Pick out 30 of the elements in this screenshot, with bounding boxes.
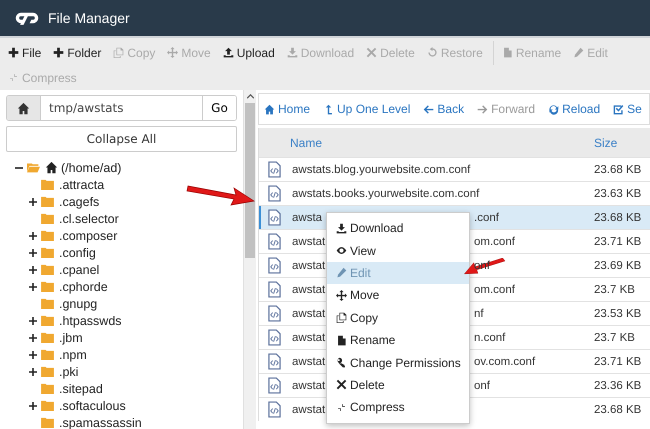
- file-size: 23.7 KB: [594, 332, 636, 344]
- file-size: 23.63 KB: [594, 188, 642, 200]
- file-size: 23.68 KB: [594, 164, 642, 176]
- file-name: awstat: [292, 284, 326, 296]
- file-name: awstats.books.yourwebsite.com.conf: [292, 188, 480, 200]
- file-name: nf: [474, 308, 484, 320]
- file-size: 23.7 KB: [594, 284, 636, 296]
- file-name: om.conf: [474, 284, 515, 296]
- file-name: awstats.blog.yourwebsite.com.conf: [292, 164, 470, 176]
- file-name: awstat: [292, 332, 326, 344]
- file-size: 23.71 KB: [594, 236, 642, 248]
- file-name: n.conf: [474, 332, 506, 344]
- file-name: om.conf: [474, 236, 515, 248]
- file-size: 23.36 KB: [594, 380, 642, 392]
- file-name: awstat: [292, 404, 326, 416]
- file-size: 23.71 KB: [594, 356, 642, 368]
- file-name: ov.com.conf: [474, 356, 536, 368]
- file-size: 23.68 KB: [594, 404, 642, 416]
- app-title: File Manager: [48, 10, 130, 26]
- file-name: awstat: [292, 308, 326, 320]
- file-size: 23.53 KB: [594, 308, 642, 320]
- file-name: .conf: [474, 212, 499, 224]
- file-name: awstat: [292, 236, 326, 248]
- file-name: awstat: [292, 356, 326, 368]
- file-size: 23.69 KB: [594, 260, 642, 272]
- file-name: awstat: [292, 260, 326, 272]
- file-name: awstat: [292, 380, 326, 392]
- file-size: 23.68 KB: [594, 212, 642, 224]
- file-name: awsta: [292, 212, 322, 224]
- file-name: onf: [474, 380, 490, 392]
